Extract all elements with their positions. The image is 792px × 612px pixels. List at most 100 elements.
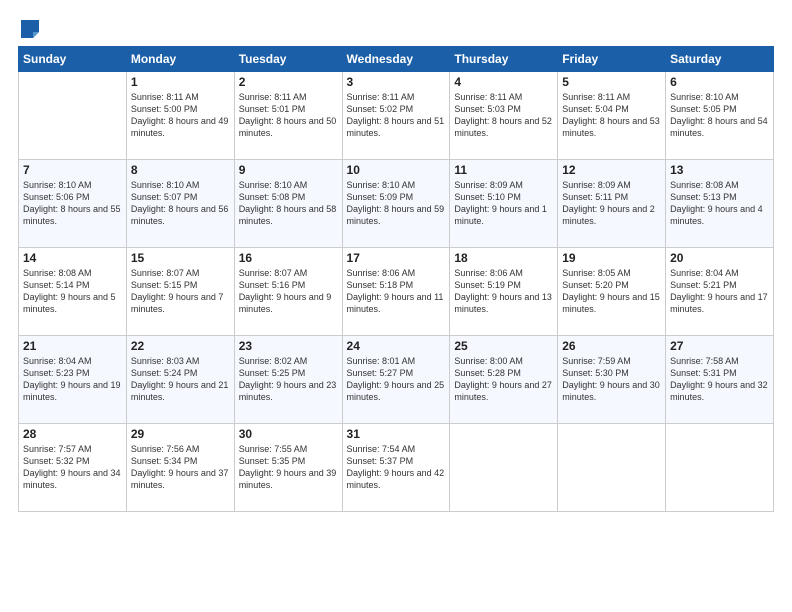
day-number: 30 <box>239 427 338 441</box>
calendar-cell: 24Sunrise: 8:01 AMSunset: 5:27 PMDayligh… <box>342 336 450 424</box>
day-info: Sunrise: 8:10 AMSunset: 5:07 PMDaylight:… <box>131 179 230 228</box>
day-info: Sunrise: 8:11 AMSunset: 5:00 PMDaylight:… <box>131 91 230 140</box>
day-info: Sunrise: 8:09 AMSunset: 5:11 PMDaylight:… <box>562 179 661 228</box>
week-row-3: 21Sunrise: 8:04 AMSunset: 5:23 PMDayligh… <box>19 336 774 424</box>
calendar-cell: 31 Sunrise: 7:54 AMSunset: 5:37 PMDayligh… <box>342 424 450 512</box>
day-number: 20 <box>670 251 769 265</box>
calendar-cell <box>666 424 774 512</box>
day-number: 1 <box>131 75 230 89</box>
day-number: 18 <box>454 251 553 265</box>
header-thursday: Thursday <box>450 47 558 72</box>
day-number: 4 <box>454 75 553 89</box>
calendar-cell: 23 Sunrise: 8:02 AMSunset: 5:25 PMDayligh… <box>234 336 342 424</box>
day-info: Sunrise: 8:10 AMSunset: 5:06 PMDaylight:… <box>23 179 122 228</box>
day-info: Sunrise: 8:07 AMSunset: 5:15 PMDaylight:… <box>131 267 230 316</box>
calendar-cell: 1 Sunrise: 8:11 AMSunset: 5:00 PMDaylight… <box>126 72 234 160</box>
day-number: 29 <box>131 427 230 441</box>
header-friday: Friday <box>558 47 666 72</box>
day-number: 15 <box>131 251 230 265</box>
calendar-cell: 2 Sunrise: 8:11 AMSunset: 5:01 PMDaylight… <box>234 72 342 160</box>
day-number: 10 <box>347 163 446 177</box>
calendar-cell: 29 Sunrise: 7:56 AMSunset: 5:34 PMDayligh… <box>126 424 234 512</box>
header-sunday: Sunday <box>19 47 127 72</box>
day-number: 11 <box>454 163 553 177</box>
day-number: 31 <box>347 427 446 441</box>
day-info: Sunrise: 8:11 AMSunset: 5:01 PMDaylight:… <box>239 91 338 140</box>
day-info: Sunrise: 8:11 AMSunset: 5:04 PMDaylight:… <box>562 91 661 140</box>
day-info: Sunrise: 8:01 AMSunset: 5:27 PMDaylight:… <box>347 355 446 404</box>
calendar-cell: 10 Sunrise: 8:10 AMSunset: 5:09 PMDayligh… <box>342 160 450 248</box>
day-info: Sunrise: 8:11 AMSunset: 5:03 PMDaylight:… <box>454 91 553 140</box>
day-info: Sunrise: 7:59 AMSunset: 5:30 PMDaylight:… <box>562 355 661 404</box>
day-number: 21 <box>23 339 122 353</box>
calendar-cell <box>450 424 558 512</box>
calendar-cell: 11 Sunrise: 8:09 AMSunset: 5:10 PMDayligh… <box>450 160 558 248</box>
day-info: Sunrise: 7:58 AMSunset: 5:31 PMDaylight:… <box>670 355 769 404</box>
week-row-2: 14 Sunrise: 8:08 AMSunset: 5:14 PMDayligh… <box>19 248 774 336</box>
day-number: 12 <box>562 163 661 177</box>
day-number: 2 <box>239 75 338 89</box>
day-info: Sunrise: 8:07 AMSunset: 5:16 PMDaylight:… <box>239 267 338 316</box>
calendar-cell: 17 Sunrise: 8:06 AMSunset: 5:18 PMDayligh… <box>342 248 450 336</box>
day-info: Sunrise: 8:02 AMSunset: 5:25 PMDaylight:… <box>239 355 338 404</box>
day-info: Sunrise: 7:56 AMSunset: 5:34 PMDaylight:… <box>131 443 230 492</box>
day-number: 25 <box>454 339 553 353</box>
header <box>18 18 774 36</box>
calendar-cell: 22Sunrise: 8:03 AMSunset: 5:24 PMDayligh… <box>126 336 234 424</box>
day-info: Sunrise: 7:57 AMSunset: 5:32 PMDaylight:… <box>23 443 122 492</box>
header-wednesday: Wednesday <box>342 47 450 72</box>
day-number: 19 <box>562 251 661 265</box>
calendar-cell: 30 Sunrise: 7:55 AMSunset: 5:35 PMDayligh… <box>234 424 342 512</box>
header-tuesday: Tuesday <box>234 47 342 72</box>
day-info: Sunrise: 8:06 AMSunset: 5:18 PMDaylight:… <box>347 267 446 316</box>
logo <box>18 18 42 36</box>
week-row-0: 1 Sunrise: 8:11 AMSunset: 5:00 PMDaylight… <box>19 72 774 160</box>
calendar-cell: 26 Sunrise: 7:59 AMSunset: 5:30 PMDayligh… <box>558 336 666 424</box>
day-number: 9 <box>239 163 338 177</box>
calendar-cell: 12 Sunrise: 8:09 AMSunset: 5:11 PMDayligh… <box>558 160 666 248</box>
calendar-cell: 5Sunrise: 8:11 AMSunset: 5:04 PMDaylight… <box>558 72 666 160</box>
day-info: Sunrise: 8:10 AMSunset: 5:08 PMDaylight:… <box>239 179 338 228</box>
day-info: Sunrise: 8:11 AMSunset: 5:02 PMDaylight:… <box>347 91 446 140</box>
day-number: 13 <box>670 163 769 177</box>
day-info: Sunrise: 8:00 AMSunset: 5:28 PMDaylight:… <box>454 355 553 404</box>
logo-icon <box>19 18 41 40</box>
calendar-cell: 14 Sunrise: 8:08 AMSunset: 5:14 PMDayligh… <box>19 248 127 336</box>
calendar-cell: 19 Sunrise: 8:05 AMSunset: 5:20 PMDayligh… <box>558 248 666 336</box>
calendar-cell: 18 Sunrise: 8:06 AMSunset: 5:19 PMDayligh… <box>450 248 558 336</box>
day-info: Sunrise: 7:55 AMSunset: 5:35 PMDaylight:… <box>239 443 338 492</box>
day-number: 22 <box>131 339 230 353</box>
calendar-cell: 28Sunrise: 7:57 AMSunset: 5:32 PMDayligh… <box>19 424 127 512</box>
calendar-cell: 3 Sunrise: 8:11 AMSunset: 5:02 PMDaylight… <box>342 72 450 160</box>
calendar-table: SundayMondayTuesdayWednesdayThursdayFrid… <box>18 46 774 512</box>
calendar-cell: 4 Sunrise: 8:11 AMSunset: 5:03 PMDaylight… <box>450 72 558 160</box>
calendar-cell: 13Sunrise: 8:08 AMSunset: 5:13 PMDayligh… <box>666 160 774 248</box>
calendar-header-row: SundayMondayTuesdayWednesdayThursdayFrid… <box>19 47 774 72</box>
day-info: Sunrise: 8:08 AMSunset: 5:14 PMDaylight:… <box>23 267 122 316</box>
week-row-4: 28Sunrise: 7:57 AMSunset: 5:32 PMDayligh… <box>19 424 774 512</box>
week-row-1: 7Sunrise: 8:10 AMSunset: 5:06 PMDaylight… <box>19 160 774 248</box>
day-number: 23 <box>239 339 338 353</box>
calendar-cell: 21Sunrise: 8:04 AMSunset: 5:23 PMDayligh… <box>19 336 127 424</box>
day-info: Sunrise: 7:54 AMSunset: 5:37 PMDaylight:… <box>347 443 446 492</box>
day-info: Sunrise: 8:05 AMSunset: 5:20 PMDaylight:… <box>562 267 661 316</box>
day-info: Sunrise: 8:10 AMSunset: 5:09 PMDaylight:… <box>347 179 446 228</box>
day-number: 14 <box>23 251 122 265</box>
day-number: 26 <box>562 339 661 353</box>
day-number: 16 <box>239 251 338 265</box>
calendar-cell: 16 Sunrise: 8:07 AMSunset: 5:16 PMDayligh… <box>234 248 342 336</box>
day-number: 27 <box>670 339 769 353</box>
day-info: Sunrise: 8:09 AMSunset: 5:10 PMDaylight:… <box>454 179 553 228</box>
header-saturday: Saturday <box>666 47 774 72</box>
calendar-cell <box>558 424 666 512</box>
day-number: 17 <box>347 251 446 265</box>
day-number: 3 <box>347 75 446 89</box>
day-info: Sunrise: 8:10 AMSunset: 5:05 PMDaylight:… <box>670 91 769 140</box>
day-number: 6 <box>670 75 769 89</box>
calendar-cell: 8Sunrise: 8:10 AMSunset: 5:07 PMDaylight… <box>126 160 234 248</box>
calendar-cell: 9 Sunrise: 8:10 AMSunset: 5:08 PMDaylight… <box>234 160 342 248</box>
day-info: Sunrise: 8:06 AMSunset: 5:19 PMDaylight:… <box>454 267 553 316</box>
page: SundayMondayTuesdayWednesdayThursdayFrid… <box>0 0 792 612</box>
calendar-cell: 15 Sunrise: 8:07 AMSunset: 5:15 PMDayligh… <box>126 248 234 336</box>
header-monday: Monday <box>126 47 234 72</box>
